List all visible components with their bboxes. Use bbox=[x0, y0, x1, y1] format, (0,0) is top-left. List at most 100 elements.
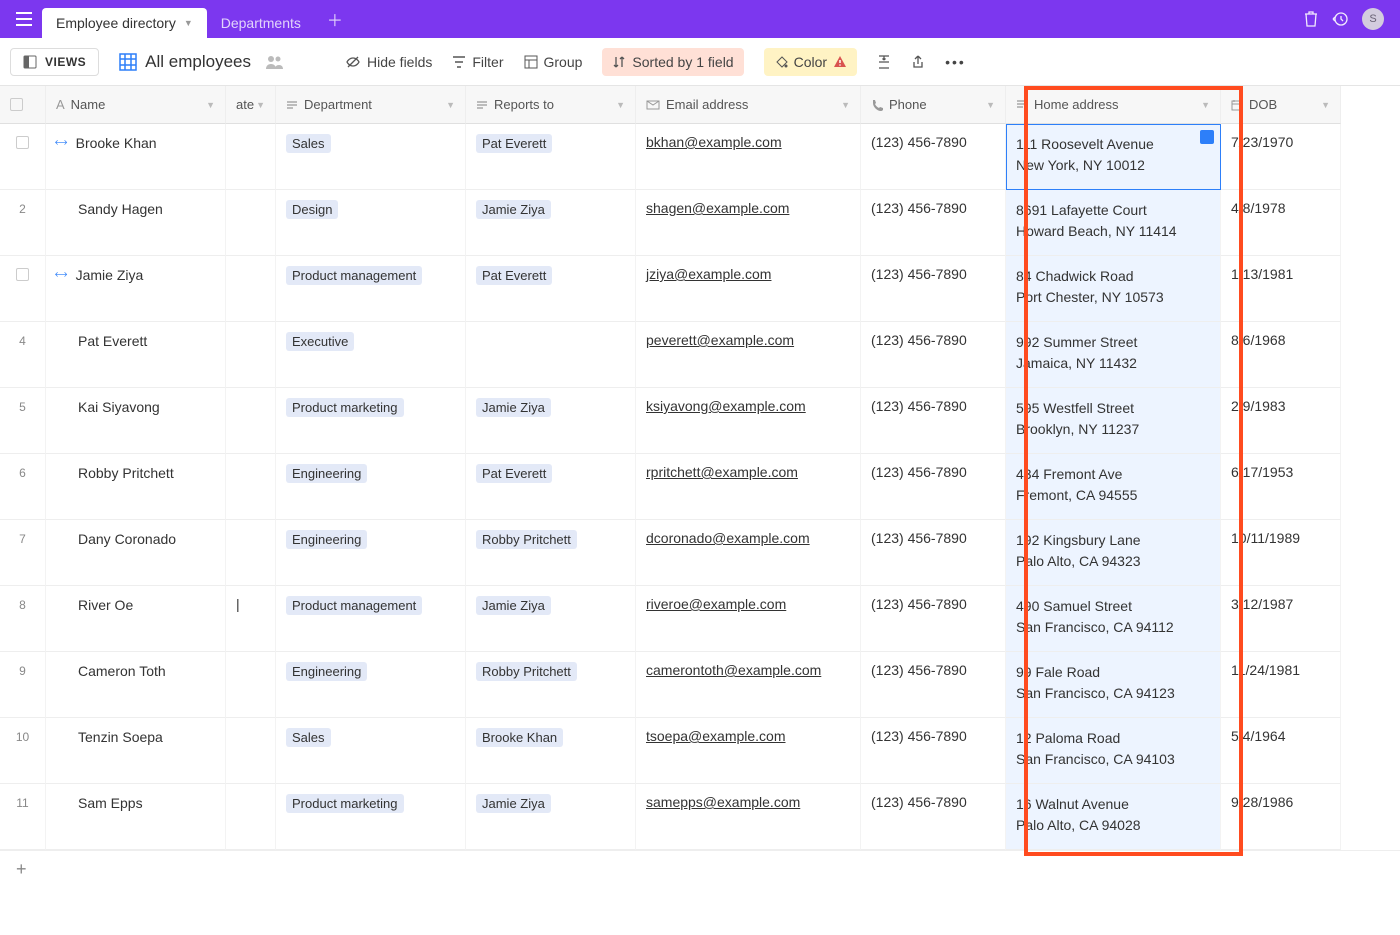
sort-button[interactable]: Sorted by 1 field bbox=[602, 48, 743, 76]
cell-reports-to[interactable]: Robby Pritchett bbox=[466, 652, 636, 718]
email-link[interactable]: peverett@example.com bbox=[646, 332, 794, 348]
cell-date[interactable] bbox=[226, 256, 276, 322]
share-button[interactable] bbox=[911, 55, 925, 69]
cell-email[interactable]: tsoepa@example.com bbox=[636, 718, 861, 784]
cell-name[interactable]: ⤢Brooke Khan bbox=[46, 124, 226, 190]
cell-department[interactable]: Sales bbox=[276, 124, 466, 190]
cell-reports-to[interactable]: Jamie Ziya bbox=[466, 784, 636, 850]
cell-date[interactable]: | bbox=[226, 586, 276, 652]
cell-phone[interactable]: (123) 456-7890 bbox=[861, 388, 1006, 454]
cell-name[interactable]: Sandy Hagen bbox=[46, 190, 226, 256]
cell-phone[interactable]: (123) 456-7890 bbox=[861, 454, 1006, 520]
email-link[interactable]: shagen@example.com bbox=[646, 200, 789, 216]
cell-dob[interactable]: 1/13/1981 bbox=[1221, 256, 1341, 322]
cell-dob[interactable]: 8/6/1968 bbox=[1221, 322, 1341, 388]
cell-email[interactable]: ksiyavong@example.com bbox=[636, 388, 861, 454]
tab-employee-directory[interactable]: Employee directory ▼ bbox=[42, 8, 207, 38]
cell-dob[interactable]: 3/12/1987 bbox=[1221, 586, 1341, 652]
cell-dob[interactable]: 11/24/1981 bbox=[1221, 652, 1341, 718]
email-link[interactable]: rpritchett@example.com bbox=[646, 464, 798, 480]
cell-email[interactable]: peverett@example.com bbox=[636, 322, 861, 388]
cell-department[interactable]: Engineering bbox=[276, 454, 466, 520]
cell-date[interactable] bbox=[226, 124, 276, 190]
cell-dob[interactable]: 4/8/1978 bbox=[1221, 190, 1341, 256]
cell-home-address[interactable]: 490 Samuel StreetSan Francisco, CA 94112 bbox=[1006, 586, 1221, 652]
cell-home-address[interactable]: 16 Walnut AvenuePalo Alto, CA 94028 bbox=[1006, 784, 1221, 850]
cell-email[interactable]: jziya@example.com bbox=[636, 256, 861, 322]
cell-reports-to[interactable]: Jamie Ziya bbox=[466, 388, 636, 454]
cell-phone[interactable]: (123) 456-7890 bbox=[861, 256, 1006, 322]
cell-email[interactable]: samepps@example.com bbox=[636, 784, 861, 850]
cell-email[interactable]: dcoronado@example.com bbox=[636, 520, 861, 586]
cell-email[interactable]: shagen@example.com bbox=[636, 190, 861, 256]
history-icon[interactable] bbox=[1332, 11, 1348, 27]
header-name[interactable]: A Name ▼ bbox=[46, 86, 226, 124]
cell-reports-to[interactable]: Jamie Ziya bbox=[466, 190, 636, 256]
cell-name[interactable]: Pat Everett bbox=[46, 322, 226, 388]
cell-department[interactable]: Product management bbox=[276, 586, 466, 652]
add-tab-button[interactable]: ＋ bbox=[315, 7, 355, 31]
cell-home-address[interactable]: 8691 Lafayette CourtHoward Beach, NY 114… bbox=[1006, 190, 1221, 256]
cell-date[interactable] bbox=[226, 454, 276, 520]
current-view[interactable]: All employees bbox=[119, 52, 285, 72]
cell-name[interactable]: Sam Epps bbox=[46, 784, 226, 850]
avatar[interactable]: S bbox=[1362, 8, 1384, 30]
cell-department[interactable]: Product marketing bbox=[276, 388, 466, 454]
cell-dob[interactable]: 2/9/1983 bbox=[1221, 388, 1341, 454]
cell-home-address[interactable]: 595 Westfell StreetBrooklyn, NY 11237 bbox=[1006, 388, 1221, 454]
cell-department[interactable]: Engineering bbox=[276, 520, 466, 586]
tab-departments[interactable]: Departments bbox=[207, 8, 315, 38]
row-number[interactable]: 6 bbox=[0, 454, 46, 520]
row-number[interactable]: 8 bbox=[0, 586, 46, 652]
row-number[interactable]: 5 bbox=[0, 388, 46, 454]
cell-date[interactable] bbox=[226, 520, 276, 586]
cell-department[interactable]: Engineering bbox=[276, 652, 466, 718]
more-button[interactable]: ••• bbox=[945, 54, 966, 70]
cell-dob[interactable]: 7/23/1970 bbox=[1221, 124, 1341, 190]
email-link[interactable]: camerontoth@example.com bbox=[646, 662, 821, 678]
cell-home-address[interactable]: 992 Summer StreetJamaica, NY 11432 bbox=[1006, 322, 1221, 388]
cell-dob[interactable]: 5/4/1964 bbox=[1221, 718, 1341, 784]
views-button[interactable]: VIEWS bbox=[10, 48, 99, 76]
cell-home-address[interactable]: 84 Chadwick RoadPort Chester, NY 10573 bbox=[1006, 256, 1221, 322]
cell-date[interactable] bbox=[226, 718, 276, 784]
header-email[interactable]: Email address ▼ bbox=[636, 86, 861, 124]
email-link[interactable]: dcoronado@example.com bbox=[646, 530, 810, 546]
email-link[interactable]: samepps@example.com bbox=[646, 794, 800, 810]
menu-button[interactable] bbox=[6, 6, 42, 32]
cell-phone[interactable]: (123) 456-7890 bbox=[861, 190, 1006, 256]
cell-department[interactable]: Product marketing bbox=[276, 784, 466, 850]
cell-date[interactable] bbox=[226, 190, 276, 256]
expand-icon[interactable]: ⤢ bbox=[52, 266, 69, 283]
cell-date[interactable] bbox=[226, 652, 276, 718]
cell-home-address[interactable]: 111 Roosevelt AvenueNew York, NY 10012 bbox=[1006, 124, 1221, 190]
hide-fields-button[interactable]: Hide fields bbox=[345, 54, 432, 70]
cell-phone[interactable]: (123) 456-7890 bbox=[861, 322, 1006, 388]
cell-name[interactable]: Cameron Toth bbox=[46, 652, 226, 718]
header-home-address[interactable]: Home address ▼ bbox=[1006, 86, 1221, 124]
row-number[interactable]: 2 bbox=[0, 190, 46, 256]
header-date-partial[interactable]: ate ▼ bbox=[226, 86, 276, 124]
cell-reports-to[interactable]: Jamie Ziya bbox=[466, 586, 636, 652]
cell-phone[interactable]: (123) 456-7890 bbox=[861, 124, 1006, 190]
row-number[interactable]: 9 bbox=[0, 652, 46, 718]
cell-reports-to[interactable]: Pat Everett bbox=[466, 124, 636, 190]
row-number[interactable] bbox=[0, 124, 46, 190]
cell-name[interactable]: River Oe bbox=[46, 586, 226, 652]
header-department[interactable]: Department ▼ bbox=[276, 86, 466, 124]
cell-phone[interactable]: (123) 456-7890 bbox=[861, 520, 1006, 586]
cell-dob[interactable]: 10/11/1989 bbox=[1221, 520, 1341, 586]
header-phone[interactable]: Phone ▼ bbox=[861, 86, 1006, 124]
cell-name[interactable]: Kai Siyavong bbox=[46, 388, 226, 454]
row-number[interactable]: 11 bbox=[0, 784, 46, 850]
cell-name[interactable]: Robby Pritchett bbox=[46, 454, 226, 520]
cell-home-address[interactable]: 434 Fremont AveFremont, CA 94555 bbox=[1006, 454, 1221, 520]
cell-phone[interactable]: (123) 456-7890 bbox=[861, 718, 1006, 784]
cell-reports-to[interactable] bbox=[466, 322, 636, 388]
row-number[interactable] bbox=[0, 256, 46, 322]
filter-button[interactable]: Filter bbox=[452, 54, 503, 70]
cell-dob[interactable]: 9/28/1986 bbox=[1221, 784, 1341, 850]
cell-name[interactable]: Dany Coronado bbox=[46, 520, 226, 586]
cell-email[interactable]: rpritchett@example.com bbox=[636, 454, 861, 520]
expand-icon[interactable]: ⤢ bbox=[52, 134, 69, 151]
